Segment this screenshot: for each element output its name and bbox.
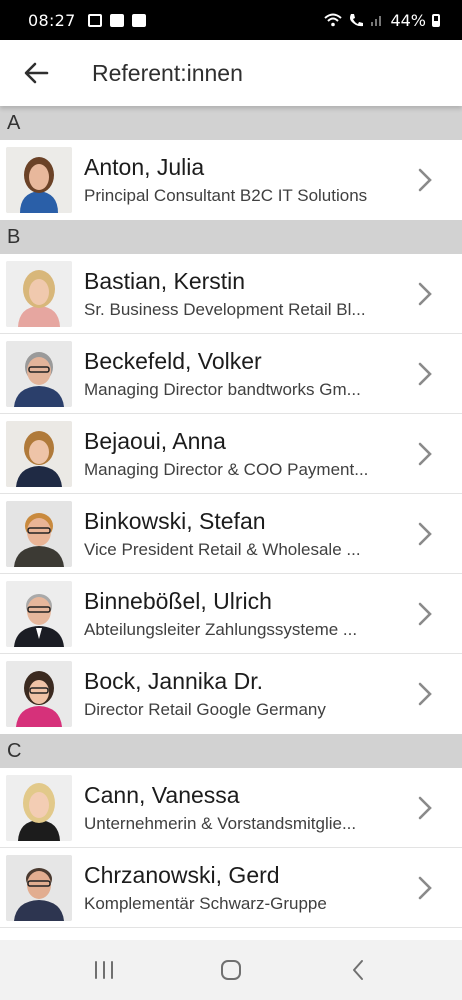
speaker-name: Bock, Jannika Dr. (84, 668, 263, 694)
chevron-right-icon (418, 876, 432, 900)
list-item-text: Bock, Jannika Dr. Director Retail Google… (84, 666, 394, 722)
avatar (6, 260, 72, 327)
speaker-name: Binkowski, Stefan (84, 507, 266, 534)
system-nav-bar (0, 940, 462, 1000)
speaker-subtitle: Abteilungsleiter Zahlungssysteme ... (84, 619, 358, 639)
status-time: 08:27 (28, 10, 76, 30)
speaker-name: Beckefeld, Volker (84, 347, 262, 374)
speaker-subtitle: Managing Director & COO Payment... (84, 459, 369, 479)
list-item-text: Anton, Julia Principal Consultant B2C IT… (84, 152, 394, 208)
list-item[interactable]: Chrzanowski, Gerd Komplementär Schwarz-G… (0, 848, 462, 928)
section-header: A (0, 106, 462, 140)
speaker-subtitle: Director Retail Google Germany (84, 700, 326, 719)
home-button[interactable] (201, 945, 261, 995)
list-item-text: Chrzanowski, Gerd Komplementär Schwarz-G… (84, 860, 394, 916)
list-item[interactable]: Cann, Vanessa Unternehmerin & Vorstandsm… (0, 768, 462, 848)
recent-apps-icon (94, 961, 113, 979)
list-item-text: Binnebößel, Ulrich Abteilungsleiter Zahl… (84, 586, 394, 642)
list-item-text: Binkowski, Stefan Vice President Retail … (84, 506, 394, 562)
list-item[interactable]: Anton, Julia Principal Consultant B2C IT… (0, 140, 462, 220)
status-right: 44% (324, 11, 440, 30)
avatar (6, 147, 72, 213)
gallery-icon (109, 13, 124, 27)
call-icon (350, 13, 364, 26)
chevron-right-icon (418, 362, 432, 386)
list-item[interactable]: Beckefeld, Volker Managing Director band… (0, 334, 462, 414)
arrow-left-icon (24, 62, 49, 84)
back-button[interactable] (0, 40, 72, 106)
speaker-subtitle: Vice President Retail & Wholesale ... (84, 539, 361, 559)
speaker-name: Cann, Vanessa (84, 781, 240, 808)
wifi-icon (324, 13, 343, 27)
nav-back-button[interactable] (328, 945, 388, 995)
speaker-subtitle: Komplementär Schwarz-Gruppe (84, 893, 327, 913)
battery-icon (432, 13, 440, 27)
app-bar: Referent:innen (0, 40, 462, 106)
avatar (6, 580, 72, 647)
list-item-text: Cann, Vanessa Unternehmerin & Vorstandsm… (84, 780, 394, 836)
list-item[interactable]: Binnebößel, Ulrich Abteilungsleiter Zahl… (0, 574, 462, 654)
avatar (6, 661, 72, 727)
speaker-subtitle: Unternehmerin & Vorstandsmitglie... (84, 813, 357, 833)
speaker-subtitle: Principal Consultant B2C IT Solutions (84, 186, 368, 205)
list-item[interactable]: Bejaoui, Anna Managing Director & COO Pa… (0, 414, 462, 494)
battery-percent: 44% (390, 10, 426, 30)
avatar (6, 420, 72, 487)
speaker-subtitle: Managing Director bandtworks Gm... (84, 379, 361, 399)
list-item-text: Bejaoui, Anna Managing Director & COO Pa… (84, 426, 394, 482)
section-header: B (0, 220, 462, 254)
chevron-right-icon (418, 442, 432, 466)
section-header: C (0, 734, 462, 768)
chevron-right-icon (418, 682, 432, 706)
list-item[interactable]: Bock, Jannika Dr. Director Retail Google… (0, 654, 462, 734)
list-item[interactable]: Bastian, Kerstin Sr. Business Developmen… (0, 254, 462, 334)
speaker-list[interactable]: A Anton, Julia Principal Consultant B2C … (0, 106, 462, 940)
chevron-right-icon (418, 282, 432, 306)
home-icon (220, 960, 241, 980)
speaker-name: Anton, Julia (84, 154, 205, 180)
speaker-name: Binnebößel, Ulrich (84, 587, 272, 614)
chevron-right-icon (418, 796, 432, 820)
nav-back-icon (353, 960, 364, 980)
checkbox-icon (131, 13, 146, 27)
dual-sim-icon (87, 13, 102, 27)
page-title: Referent:innen (92, 59, 243, 86)
status-bar: 08:27 44% (0, 0, 462, 40)
avatar (6, 854, 72, 921)
chevron-right-icon (418, 602, 432, 626)
signal-icon (371, 16, 382, 26)
chevron-right-icon (418, 522, 432, 546)
list-item[interactable]: Binkowski, Stefan Vice President Retail … (0, 494, 462, 574)
speaker-name: Bastian, Kerstin (84, 267, 246, 294)
avatar (6, 340, 72, 407)
status-left: 08:27 (28, 11, 146, 30)
recent-apps-button[interactable] (74, 945, 134, 995)
avatar (6, 774, 72, 841)
speaker-name: Bejaoui, Anna (84, 427, 226, 454)
chevron-right-icon (418, 168, 432, 192)
list-item-text: Bastian, Kerstin Sr. Business Developmen… (84, 266, 394, 322)
avatar (6, 500, 72, 567)
list-item-text: Beckefeld, Volker Managing Director band… (84, 346, 394, 402)
speaker-name: Chrzanowski, Gerd (84, 861, 280, 888)
speaker-subtitle: Sr. Business Development Retail Bl... (84, 299, 366, 319)
